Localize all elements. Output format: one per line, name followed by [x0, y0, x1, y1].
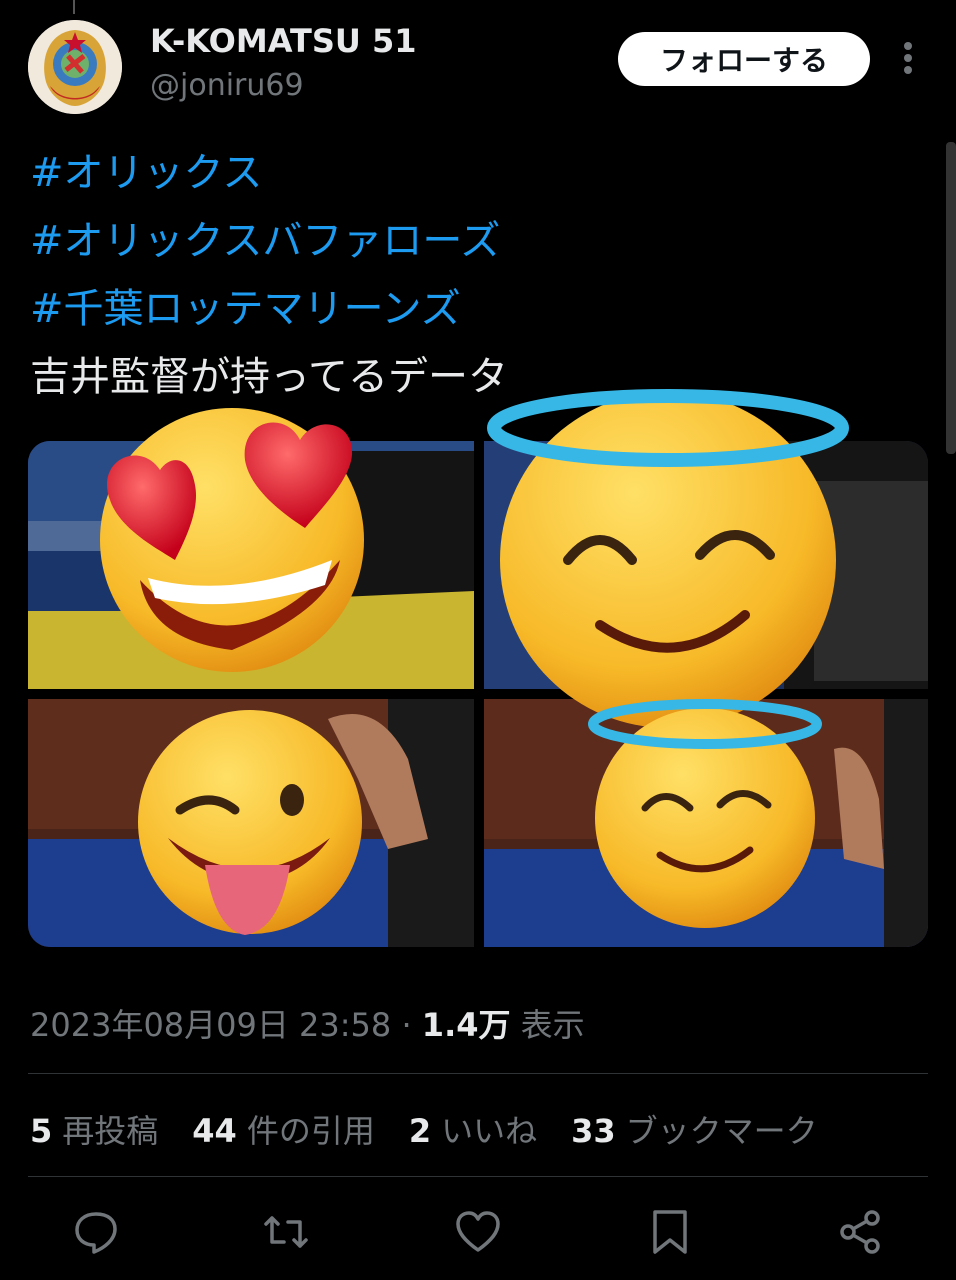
- more-vertical-icon[interactable]: [893, 38, 923, 80]
- hashtag-link[interactable]: #オリックス: [30, 140, 262, 198]
- meta-separator: ·: [401, 1006, 412, 1044]
- media-image-4[interactable]: [484, 699, 928, 947]
- stat-count: 5: [30, 1112, 53, 1150]
- divider: [28, 1073, 928, 1074]
- hashtag-link[interactable]: #オリックスバファローズ: [30, 208, 500, 266]
- author-avatar[interactable]: [28, 20, 122, 114]
- views-label: 表示: [520, 1006, 585, 1044]
- bookmark-icon[interactable]: [646, 1208, 694, 1256]
- stat-label: ブックマーク: [625, 1112, 818, 1150]
- stat-count: 44: [192, 1112, 237, 1150]
- tweet-body-text: 吉井監督が持ってるデータ: [30, 354, 508, 400]
- reply-icon[interactable]: [72, 1208, 120, 1256]
- state-emblem-avatar-icon: [28, 20, 122, 114]
- hashtag-link[interactable]: #千葉ロッテマリーンズ: [30, 276, 461, 334]
- repost-icon[interactable]: [262, 1208, 310, 1256]
- stat-count: 33: [571, 1112, 616, 1150]
- views-count: 1.4万: [421, 1006, 511, 1044]
- stat-quotes[interactable]: 44 件の引用: [192, 1106, 375, 1152]
- tweet-meta: 2023年08月09日 23:58 · 1.4万 表示: [30, 1000, 585, 1046]
- media-image-1[interactable]: [28, 441, 474, 689]
- engagement-stats: 5 再投稿 44 件の引用 2 いいね 33 ブックマーク: [30, 1106, 818, 1152]
- divider: [28, 1176, 928, 1177]
- share-icon[interactable]: [836, 1208, 884, 1256]
- stat-label: 件の引用: [246, 1112, 375, 1150]
- scrollbar[interactable]: [946, 142, 956, 454]
- action-bar: [0, 1208, 956, 1256]
- stat-reposts[interactable]: 5 再投稿: [30, 1106, 158, 1152]
- stat-likes[interactable]: 2 いいね: [409, 1106, 537, 1152]
- stat-label: 再投稿: [62, 1112, 159, 1150]
- media-image-3[interactable]: [28, 699, 474, 947]
- media-image-2[interactable]: [484, 441, 928, 689]
- like-icon[interactable]: [454, 1208, 502, 1256]
- author-display-name[interactable]: K-KOMATSU 51: [150, 22, 417, 60]
- stat-label: いいね: [441, 1112, 538, 1150]
- thread-connector-line: [73, 0, 75, 14]
- timestamp[interactable]: 2023年08月09日 23:58: [30, 1006, 391, 1044]
- author-handle[interactable]: @joniru69: [150, 68, 304, 103]
- stat-bookmarks[interactable]: 33 ブックマーク: [571, 1106, 818, 1152]
- stat-count: 2: [408, 1112, 432, 1150]
- follow-button[interactable]: フォローする: [618, 32, 870, 86]
